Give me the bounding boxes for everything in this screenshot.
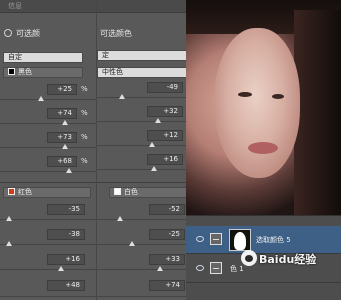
hair [294, 10, 341, 215]
percent-label: % [81, 157, 88, 165]
baidu-paw-icon [241, 250, 257, 266]
preset-select-2[interactable]: 定 [97, 50, 186, 61]
color-swatch [114, 188, 121, 195]
portrait-face [214, 28, 300, 178]
properties-panel-right: 可选颜色 定 中性色 -49 +32 +12 +16 白色 -52 -25 +3… [96, 0, 186, 300]
percent-label: % [81, 133, 88, 141]
black-slider-track-4[interactable] [97, 296, 186, 297]
magenta-slider-track-4[interactable] [97, 244, 186, 245]
yellow-slider-track[interactable] [0, 147, 96, 148]
yellow-slider-track-2[interactable] [0, 269, 96, 270]
cyan-field-4[interactable]: -52 [149, 204, 185, 215]
yellow-field-2[interactable]: +16 [47, 254, 85, 265]
black-field-2[interactable]: +48 [47, 280, 85, 291]
yellow-slider-thumb-3[interactable] [149, 142, 155, 147]
magenta-slider-track-2[interactable] [0, 244, 96, 245]
colors-select-value: 黑色 [18, 68, 32, 76]
magenta-slider-thumb[interactable] [62, 120, 68, 125]
yellow-field-4[interactable]: +33 [149, 254, 185, 265]
yellow-slider-thumb-4[interactable] [157, 266, 163, 271]
layer-mask-thumbnail[interactable] [229, 229, 251, 251]
magenta-slider-track-3[interactable] [97, 121, 186, 122]
color-swatch [8, 68, 15, 75]
magenta-slider-thumb-2[interactable] [6, 241, 12, 246]
magenta-slider-thumb-3[interactable] [155, 118, 161, 123]
percent-label: % [81, 109, 88, 117]
percent-label: % [81, 85, 88, 93]
colors-select-4-value: 白色 [124, 188, 138, 196]
black-slider-track[interactable] [0, 171, 96, 172]
magenta-field-4[interactable]: -25 [149, 229, 185, 240]
adjustment-layer-icon[interactable] [210, 262, 222, 274]
cyan-slider-thumb-4[interactable] [117, 216, 123, 221]
panel-tab-bar[interactable]: 信息 [0, 0, 96, 13]
yellow-slider-track-3[interactable] [97, 145, 186, 146]
cyan-slider-thumb-2[interactable] [6, 216, 12, 221]
preset-select[interactable]: 自定 [3, 52, 83, 63]
portrait-eye [272, 94, 284, 99]
cyan-field[interactable]: +25 [47, 84, 77, 95]
adjustment-layer-icon[interactable] [210, 233, 222, 245]
colors-select-2-value: 红色 [18, 188, 32, 196]
properties-panel-left: 信息 可选颜 自定 黑色 +25 % +74 % +73 % +68 % 红色 … [0, 0, 96, 300]
watermark-text: Baidu经验 [259, 253, 317, 266]
black-field-4[interactable]: +74 [149, 280, 185, 291]
eye-icon[interactable] [196, 265, 204, 271]
black-field[interactable]: +68 [47, 156, 77, 167]
black-slider-track-3[interactable] [97, 169, 186, 170]
panel-tab-label[interactable]: 信息 [8, 1, 22, 11]
preset-value: 自定 [8, 53, 22, 61]
cyan-slider-track-4[interactable] [97, 219, 186, 220]
black-slider-thumb[interactable] [66, 168, 72, 173]
yellow-slider-track-4[interactable] [97, 269, 186, 270]
mask-shape [234, 232, 246, 250]
mask-icon[interactable] [4, 29, 12, 37]
layer-name[interactable]: 选取颜色 5 [256, 235, 291, 245]
color-swatch [8, 188, 15, 195]
colors-select-3[interactable]: 中性色 [97, 67, 186, 78]
layer-row-selective-color[interactable]: 选取颜色 5 [186, 226, 341, 254]
divider [97, 182, 186, 183]
magenta-field[interactable]: +74 [47, 108, 77, 119]
yellow-slider-thumb-2[interactable] [58, 266, 64, 271]
magenta-field-2[interactable]: -38 [47, 229, 85, 240]
yellow-field-3[interactable]: +12 [147, 130, 183, 141]
cyan-slider-track-3[interactable] [97, 97, 186, 98]
panel-title: 可选颜 [16, 29, 40, 38]
yellow-slider-thumb[interactable] [62, 144, 68, 149]
black-slider-track-2[interactable] [0, 296, 96, 297]
yellow-field[interactable]: +73 [47, 132, 77, 143]
cyan-slider-track-2[interactable] [0, 219, 96, 220]
colors-select-4[interactable]: 白色 [109, 187, 186, 198]
magenta-field-3[interactable]: +32 [147, 106, 183, 117]
portrait-eye [238, 92, 252, 97]
panel-title-2: 可选颜色 [100, 29, 132, 38]
black-field-3[interactable]: +16 [147, 154, 183, 165]
cyan-field-3[interactable]: -49 [147, 82, 183, 93]
colors-select[interactable]: 黑色 [3, 67, 83, 78]
eye-icon[interactable] [196, 236, 204, 242]
layer-name[interactable]: 色 1 [230, 264, 244, 274]
document-canvas[interactable] [186, 0, 341, 215]
cyan-field-2[interactable]: -35 [47, 204, 85, 215]
magenta-slider-thumb-4[interactable] [129, 241, 135, 246]
cyan-slider-thumb[interactable] [38, 96, 44, 101]
portrait-lips [248, 142, 278, 154]
divider [0, 182, 96, 183]
panel-tab-bar-2[interactable] [97, 0, 186, 13]
black-slider-thumb-3[interactable] [151, 166, 157, 171]
colors-select-2[interactable]: 红色 [3, 187, 91, 198]
magenta-slider-track[interactable] [0, 123, 96, 124]
cyan-slider-thumb-3[interactable] [119, 94, 125, 99]
preset-value-2: 定 [102, 51, 109, 59]
cyan-slider-track[interactable] [0, 99, 96, 100]
colors-select-3-value: 中性色 [102, 68, 123, 76]
